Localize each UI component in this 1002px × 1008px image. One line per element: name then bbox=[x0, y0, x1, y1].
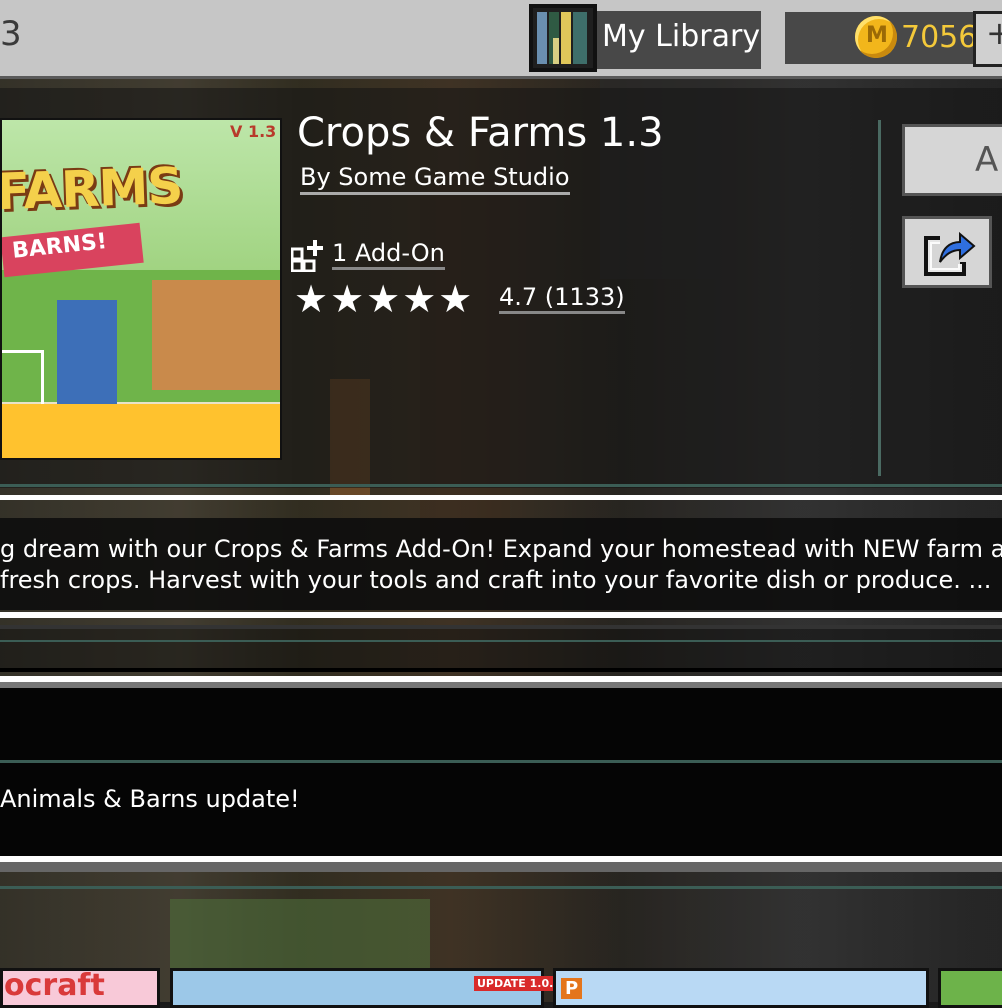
thumbnail-2-update-tag: UPDATE 1.0.8 bbox=[474, 976, 564, 991]
spacer-panel bbox=[0, 629, 1002, 669]
addon-count-link[interactable]: 1 Add-On bbox=[332, 239, 445, 270]
plus-icon: + bbox=[986, 14, 1002, 52]
my-library-label: My Library bbox=[602, 19, 761, 54]
key-art-banner bbox=[2, 404, 280, 458]
key-art-title: FARMS bbox=[0, 156, 184, 222]
header-divider bbox=[878, 120, 881, 476]
product-title: Crops & Farms 1.3 bbox=[297, 110, 664, 156]
thumbnail-3-tag: P bbox=[561, 978, 583, 999]
description-line-1: g dream with our Crops & Farms Add-On! E… bbox=[0, 535, 1002, 563]
key-art-version: V 1.3 bbox=[230, 122, 277, 141]
library-icon bbox=[529, 4, 597, 72]
description-line-2: fresh crops. Harvest with your tools and… bbox=[0, 566, 992, 594]
hero-separator bbox=[0, 484, 1002, 487]
gallery-separator bbox=[0, 886, 1002, 889]
primary-action-label: A bbox=[975, 140, 999, 180]
hero-bottom-border bbox=[0, 495, 1002, 500]
star-rating-icons: ★★★★★ bbox=[294, 277, 475, 321]
back-label[interactable]: 3 bbox=[0, 14, 22, 54]
key-art-farmer bbox=[57, 300, 117, 410]
creator-link[interactable]: By Some Game Studio bbox=[300, 163, 570, 195]
key-art-barn bbox=[152, 280, 280, 390]
update-notes-panel[interactable] bbox=[0, 688, 1002, 856]
key-art-image[interactable]: FARMS BARNS! V 1.3 bbox=[0, 118, 282, 460]
coin-symbol: M bbox=[866, 23, 888, 48]
coin-count: 7056 bbox=[901, 20, 978, 55]
update-note-text: Animals & Barns update! bbox=[0, 785, 300, 813]
description-panel[interactable] bbox=[0, 518, 1002, 610]
update-separator bbox=[0, 760, 1002, 763]
thumbnail-1-text: ocraft bbox=[4, 968, 105, 1003]
rating-link[interactable]: 4.7 (1133) bbox=[499, 283, 625, 314]
screenshot-thumbnail-4[interactable] bbox=[938, 968, 1002, 1008]
spacer-line bbox=[0, 640, 1002, 642]
description-bottom-border bbox=[0, 612, 1002, 618]
share-icon bbox=[918, 226, 978, 278]
addon-icon bbox=[290, 240, 323, 273]
spacer-border bbox=[0, 668, 1002, 672]
screenshot-thumbnail-3[interactable] bbox=[553, 968, 929, 1008]
update-bottom-shadow bbox=[0, 862, 1002, 872]
